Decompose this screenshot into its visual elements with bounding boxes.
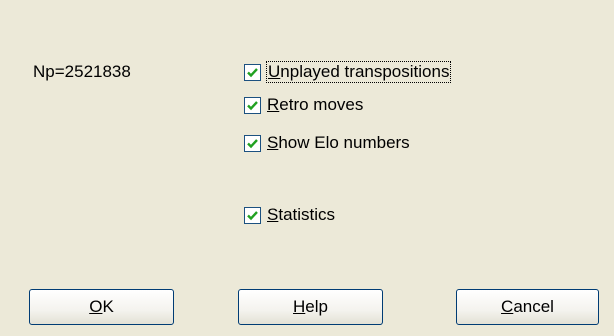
help-button[interactable]: Help: [238, 289, 383, 325]
np-count-label: Np=2521838: [33, 62, 131, 81]
retro-moves-checkbox[interactable]: Retro moves: [244, 94, 363, 116]
ok-button[interactable]: OK: [29, 289, 174, 325]
statistics-checkbox[interactable]: Statistics: [244, 204, 335, 226]
show-elo-numbers-label: Show Elo numbers: [267, 133, 410, 152]
unplayed-transpositions-checkbox[interactable]: Unplayed transpositions: [244, 61, 452, 83]
cancel-button[interactable]: Cancel: [456, 289, 599, 325]
checkbox-checked-icon[interactable]: [244, 134, 261, 152]
show-elo-numbers-checkbox[interactable]: Show Elo numbers: [244, 132, 410, 154]
statistics-label: Statistics: [267, 205, 336, 224]
retro-moves-label: Retro moves: [267, 95, 364, 114]
checkbox-checked-icon[interactable]: [244, 206, 261, 224]
checkbox-checked-icon[interactable]: [244, 63, 261, 81]
checkbox-checked-icon[interactable]: [244, 96, 261, 114]
options-dialog: Np=2521838 Unplayed transpositions Retro…: [0, 0, 614, 336]
unplayed-transpositions-label: Unplayed transpositions: [265, 61, 452, 83]
